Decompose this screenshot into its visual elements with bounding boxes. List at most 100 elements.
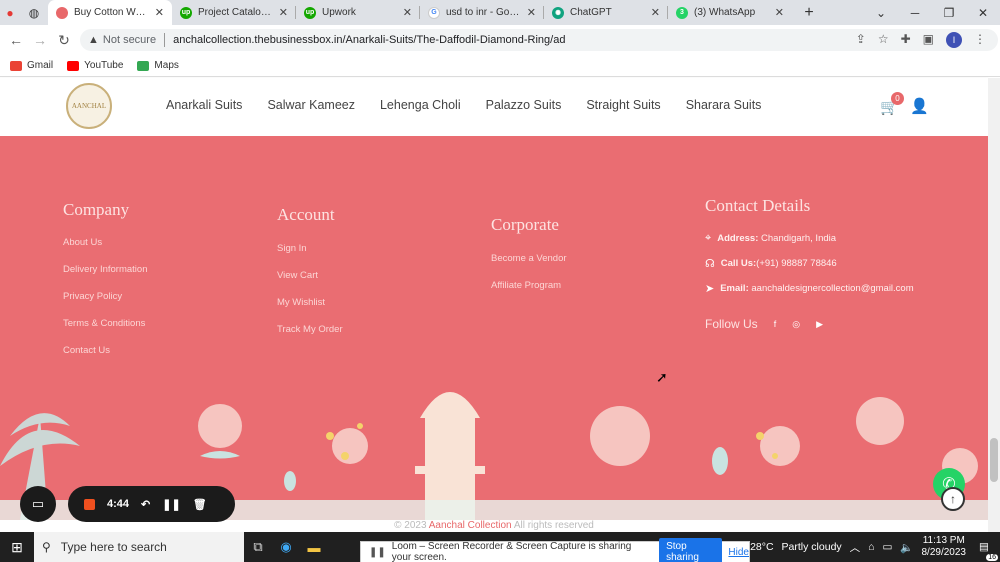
task-view-icon[interactable]: ⧉ (244, 532, 272, 562)
file-explorer-icon[interactable]: ▬ (300, 532, 328, 562)
headset-icon: ☊ (705, 258, 715, 270)
network-icon[interactable]: ⌂ (868, 541, 874, 553)
security-label[interactable]: Not secure (103, 34, 156, 46)
tab-buy-cotton[interactable]: Buy Cotton Women ✕ (48, 0, 172, 25)
contact-phone: ☊ Call Us:(+91) 98887 78846 (705, 257, 837, 270)
link-sign-in[interactable]: Sign In (277, 243, 307, 254)
close-tab-icon[interactable]: ✕ (775, 6, 784, 19)
clock[interactable]: 11:13 PM 8/29/2023 (922, 535, 967, 559)
link-terms-conditions[interactable]: Terms & Conditions (63, 318, 145, 329)
restore-button[interactable]: ❐ (932, 0, 966, 25)
hide-button[interactable]: Hide (728, 547, 749, 558)
extensions-icon[interactable]: ✚ (901, 32, 911, 48)
nav-lehenga-choli[interactable]: Lehenga Choli (380, 98, 461, 112)
edge-icon[interactable]: ◉ (272, 532, 300, 562)
loom-camera-button[interactable]: ▭ (20, 486, 56, 522)
close-tab-icon[interactable]: ✕ (155, 6, 164, 19)
close-tab-icon[interactable]: ✕ (651, 6, 660, 19)
trash-icon[interactable]: 🗑 (193, 498, 207, 511)
facebook-icon[interactable]: f (774, 319, 777, 329)
forward-button[interactable]: → (28, 28, 52, 52)
close-tab-icon[interactable]: ✕ (279, 6, 288, 19)
email-value[interactable]: aanchaldesignercollection@gmail.com (751, 283, 913, 294)
link-about-us[interactable]: About Us (63, 237, 102, 248)
loom-stop-button[interactable] (84, 498, 95, 510)
nav-palazzo-suits[interactable]: Palazzo Suits (486, 98, 562, 112)
globe-icon[interactable]: ◍ (20, 0, 48, 25)
follow-us: Follow Us f ◎ ▶ (705, 317, 823, 331)
bookmark-star-icon[interactable]: ☆ (878, 32, 889, 48)
warning-icon[interactable]: ▲ (88, 34, 99, 46)
copyright-brand[interactable]: Aanchal Collection (429, 520, 512, 531)
nav-straight-suits[interactable]: Straight Suits (586, 98, 660, 112)
user-icon[interactable]: 👤 (910, 97, 929, 115)
tab-google[interactable]: G usd to inr - Google ✕ (420, 0, 544, 25)
sidepanel-icon[interactable]: ▣ (923, 32, 934, 48)
new-tab-button[interactable]: + (792, 0, 826, 25)
battery-icon[interactable]: ▭ (883, 541, 893, 553)
scroll-thumb[interactable] (990, 438, 998, 482)
instagram-icon[interactable]: ◎ (792, 319, 800, 330)
maps-icon (137, 60, 150, 71)
pause-icon[interactable]: ❚❚ (162, 498, 180, 511)
link-delivery-information[interactable]: Delivery Information (63, 264, 147, 275)
logo-text: AANCHAL (71, 102, 107, 110)
url-text[interactable]: anchalcollection.thebusinessbox.in/Anark… (173, 34, 565, 46)
link-contact-us[interactable]: Contact Us (63, 345, 110, 356)
tab-upwork[interactable]: up Upwork ✕ (296, 0, 420, 25)
back-button[interactable]: ← (4, 28, 28, 52)
bookmark-gmail[interactable]: Gmail (10, 60, 53, 71)
nav-salwar-kameez[interactable]: Salwar Kameez (267, 98, 355, 112)
volume-icon[interactable]: 🔈 (900, 541, 913, 554)
link-become-vendor[interactable]: Become a Vendor (491, 253, 567, 264)
site-logo[interactable]: AANCHAL (66, 83, 112, 129)
cart-count-badge: 0 (891, 92, 904, 105)
nav-sharara-suits[interactable]: Sharara Suits (686, 98, 762, 112)
bookmark-maps[interactable]: Maps (137, 60, 179, 71)
call-value[interactable]: (+91) 98887 78846 (756, 258, 837, 269)
address-value: Chandigarh, India (761, 233, 837, 244)
close-tab-icon[interactable]: ✕ (527, 6, 536, 19)
call-label: Call Us: (720, 258, 757, 269)
footer-company-title: Company (63, 200, 130, 219)
profile-avatar[interactable]: I (946, 32, 962, 48)
weather-desc[interactable]: Partly cloudy (782, 541, 842, 553)
browser-toolbar: ← → ↻ ▲ Not secure anchalcollection.theb… (0, 25, 1000, 55)
chevron-up-icon[interactable]: ︿ (850, 540, 861, 555)
stop-sharing-button[interactable]: Stop sharing (659, 538, 723, 562)
minimize-button[interactable]: ─ (898, 0, 932, 25)
page-scrollbar[interactable] (988, 78, 1000, 532)
tab-title: Buy Cotton Women (74, 7, 151, 18)
tab-chatgpt[interactable]: ✺ ChatGPT ✕ (544, 0, 668, 25)
link-affiliate-program[interactable]: Affiliate Program (491, 280, 561, 291)
arrow-up-icon: ↑ (950, 492, 956, 506)
youtube-icon[interactable]: ▶ (816, 319, 823, 330)
scroll-top-button[interactable]: ↑ (941, 487, 965, 511)
share-icon[interactable]: ⇪ (856, 32, 866, 48)
link-track-my-order[interactable]: Track My Order (277, 324, 343, 335)
site-favicon-icon (56, 6, 68, 19)
link-privacy-policy[interactable]: Privacy Policy (63, 291, 122, 302)
bookmark-youtube[interactable]: YouTube (67, 60, 123, 71)
tab-whatsapp[interactable]: 3 (3) WhatsApp ✕ (668, 0, 792, 25)
link-my-wishlist[interactable]: My Wishlist (277, 297, 325, 308)
tab-project-catalog[interactable]: up Project Catalog | Up ✕ (172, 0, 296, 25)
close-window-button[interactable]: ✕ (966, 0, 1000, 25)
site-footer: Company About Us Delivery Information Pr… (0, 136, 988, 520)
close-tab-icon[interactable]: ✕ (403, 6, 412, 19)
search-placeholder: Type here to search (60, 540, 167, 554)
reload-button[interactable]: ↻ (52, 28, 76, 52)
address-bar[interactable]: ▲ Not secure anchalcollection.thebusines… (80, 29, 998, 51)
undo-icon[interactable]: ↶ (141, 498, 150, 511)
upwork-favicon-icon: up (180, 6, 192, 19)
menu-icon[interactable]: ⋮ (974, 32, 986, 48)
link-view-cart[interactable]: View Cart (277, 270, 318, 281)
send-icon: ➤ (705, 283, 715, 295)
nav-anarkali-suits[interactable]: Anarkali Suits (166, 98, 242, 112)
bookmark-label: YouTube (84, 60, 124, 71)
start-button[interactable]: ⊞ (0, 532, 34, 562)
notifications-button[interactable]: ▤ 16 (974, 537, 998, 561)
taskbar-search[interactable]: ⚲ Type here to search (34, 532, 244, 562)
tab-search-icon[interactable]: ⌄ (864, 0, 898, 25)
weather-temp[interactable]: 28°C (750, 541, 773, 553)
